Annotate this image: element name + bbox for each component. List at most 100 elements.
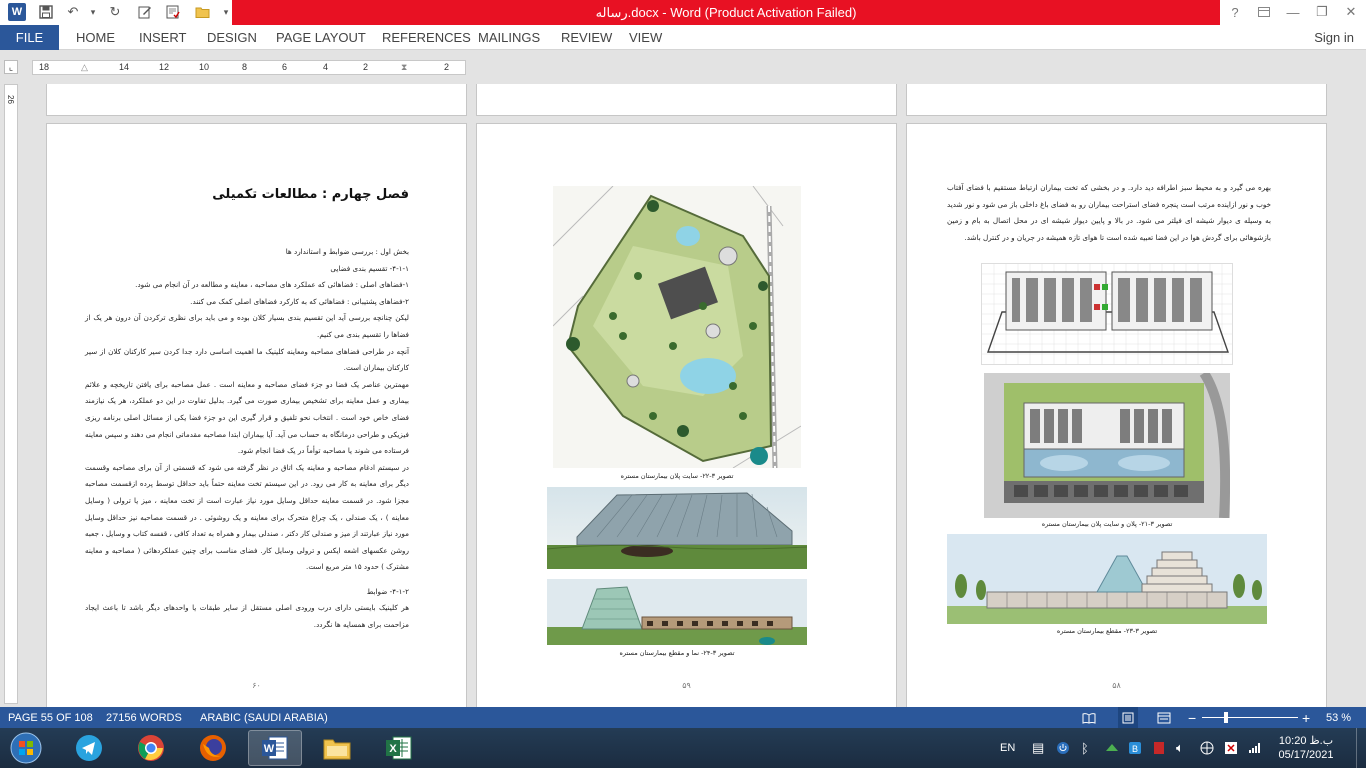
network-icon[interactable]: [1200, 728, 1214, 768]
tab-review[interactable]: REVIEW: [561, 25, 612, 50]
save-icon[interactable]: [37, 3, 55, 21]
zoom-slider-thumb[interactable]: [1224, 712, 1228, 723]
window-title: رساله.docx - Word (Product Activation Fa…: [232, 0, 1220, 25]
clock[interactable]: 10:20 ب.ظ 05/17/2021: [1276, 728, 1336, 768]
undo-icon[interactable]: ↶: [64, 3, 82, 21]
paragraph: هر کلینیک بایستی دارای درب ورودی اصلی مس…: [85, 603, 409, 630]
site-plan-image[interactable]: [553, 186, 801, 468]
tab-mailings[interactable]: MAILINGS: [478, 25, 540, 50]
vertical-ruler-tick: 26: [6, 95, 15, 104]
figure-caption: تصویر ۳-۲۲- سایت پلان بیمارستان مستره: [620, 472, 734, 480]
tab-page-layout[interactable]: PAGE LAYOUT: [276, 25, 366, 50]
ruler-area: ⌞ 18 △ 14 12 10 8 6 4 2 ⧗ 2: [0, 51, 1366, 84]
paragraph: لیکن چنانچه بررسی آید این تقسیم بندی بسی…: [85, 313, 409, 339]
sign-in-link[interactable]: Sign in: [1314, 25, 1354, 50]
ruler-right-indent-marker[interactable]: ⧗: [401, 62, 407, 73]
svg-text:B: B: [1132, 744, 1138, 754]
app-tray-icon[interactable]: B: [1128, 728, 1142, 768]
print-layout-icon[interactable]: [1118, 707, 1138, 728]
undo-dropdown-icon[interactable]: ▾: [84, 3, 102, 21]
bluetooth-icon[interactable]: ᛒ: [1081, 728, 1089, 768]
restore-button[interactable]: ❐: [1311, 3, 1333, 21]
page-number: ۵۹: [682, 681, 691, 690]
firefox-taskbar-icon[interactable]: [186, 730, 240, 766]
file-explorer-taskbar-icon[interactable]: [310, 730, 364, 766]
network-app-icon[interactable]: [1104, 728, 1120, 768]
zoom-in-button[interactable]: +: [1302, 707, 1310, 728]
action-center-icon[interactable]: [1224, 728, 1238, 768]
hospital-section-image[interactable]: [547, 579, 807, 645]
web-layout-icon[interactable]: [1157, 707, 1171, 728]
zoom-level[interactable]: 53 %: [1326, 707, 1351, 728]
windows-taskbar: W X EN ▤ ᛒ B 🔈︎ 10:20 ب.ظ 05/17/2021: [0, 728, 1366, 768]
chrome-taskbar-icon[interactable]: [124, 730, 178, 766]
signal-icon[interactable]: [1248, 728, 1262, 768]
input-language[interactable]: EN: [1000, 728, 1015, 768]
title-bar: W ↶ ▾ ↻ ▾ رساله.docx - Word (Product Act…: [0, 0, 1366, 25]
ribbon-display-options-icon[interactable]: [1253, 3, 1275, 21]
word-taskbar-icon[interactable]: W: [248, 730, 302, 766]
paragraph: بهره می گیرد و به محیط سبز اطرافه دید دا…: [947, 183, 1271, 242]
ruler-tick: 14: [119, 62, 130, 72]
word-count-status[interactable]: 27156 WORDS: [106, 707, 182, 728]
tab-insert[interactable]: INSERT: [139, 25, 186, 50]
tab-design[interactable]: DESIGN: [207, 25, 257, 50]
page-middle[interactable]: تصویر ۳-۲۲- سایت پلان بیمارستان مستره تص…: [476, 123, 897, 713]
paragraph: در سیستم ادغام مصاحبه و معاینه یک اتاق د…: [85, 462, 409, 572]
vertical-ruler[interactable]: 26: [4, 84, 18, 704]
svg-text:W: W: [264, 743, 275, 755]
zoom-out-button[interactable]: −: [1188, 707, 1196, 728]
horizontal-ruler[interactable]: 18 △ 14 12 10 8 6 4 2 ⧗ 2: [32, 60, 466, 75]
telegram-taskbar-icon[interactable]: [62, 730, 116, 766]
edit-icon[interactable]: [136, 3, 154, 21]
ruler-tick: 8: [242, 62, 248, 72]
open-folder-icon[interactable]: [194, 3, 212, 21]
language-status[interactable]: ARABIC (SAUDI ARABIA): [200, 707, 328, 728]
ruler-tick: 2: [363, 62, 369, 72]
redo-icon[interactable]: ↻: [106, 3, 124, 21]
excel-taskbar-icon[interactable]: X: [372, 730, 426, 766]
tab-view[interactable]: VIEW: [629, 25, 662, 50]
paragraph: آنچه در طراحی فضاهای مصاحبه ومعاینه کلین…: [85, 346, 409, 373]
clock-date: 05/17/2021: [1278, 749, 1334, 761]
tab-selector[interactable]: ⌞: [4, 60, 18, 74]
ruler-tick: 10: [199, 62, 210, 72]
keyboard-icon[interactable]: ▤: [1032, 728, 1044, 768]
minimize-button[interactable]: —: [1282, 3, 1304, 21]
tab-home[interactable]: HOME: [76, 25, 115, 50]
hospital-elevation-image[interactable]: [547, 487, 807, 569]
paragraph: ۴-۱-۲- ضوابط: [366, 586, 409, 596]
page-number: ۶۰: [252, 681, 261, 690]
power-icon[interactable]: [1056, 728, 1070, 768]
clock-time: 10:20 ب.ظ: [1278, 735, 1334, 747]
ruler-tick: 18: [39, 62, 50, 72]
hospital-section-render-image[interactable]: [947, 534, 1267, 624]
paragraph: مهمترین عناصر یک فضا دو جزء فضای مصاحبه …: [85, 379, 409, 456]
figure-caption: تصویر ۳-۲۳- مقطع بیمارستان مستره: [1056, 627, 1158, 635]
site-plan-colored-image[interactable]: [984, 373, 1230, 518]
show-desktop-button[interactable]: [1356, 728, 1366, 768]
page-previous-left: [46, 84, 467, 116]
help-button[interactable]: ?: [1224, 3, 1246, 21]
page-previous-middle: [476, 84, 897, 116]
paragraph: ۴-۱-۱- تقسیم بندی فضایی: [330, 263, 409, 273]
page-count-status[interactable]: PAGE 55 OF 108: [8, 707, 93, 728]
ribbon-tabs: FILE HOME INSERT DESIGN PAGE LAYOUT REFE…: [0, 25, 1366, 50]
spelling-icon[interactable]: [164, 3, 182, 21]
volume-icon[interactable]: 🔈︎: [1176, 728, 1184, 768]
figure-caption: تصویر ۳-۲۱- پلان و سایت پلان بیمارستان م…: [1041, 520, 1173, 528]
word-app-icon[interactable]: W: [8, 3, 26, 21]
status-bar: PAGE 55 OF 108 27156 WORDS ARABIC (SAUDI…: [0, 707, 1366, 728]
page-right[interactable]: بهره می گیرد و به محیط سبز اطرافه دید دا…: [906, 123, 1327, 713]
tab-file[interactable]: FILE: [0, 25, 59, 50]
read-mode-icon[interactable]: [1082, 707, 1096, 728]
start-button[interactable]: [2, 730, 50, 766]
close-button[interactable]: ✕: [1340, 3, 1362, 21]
ruler-tick: 2: [444, 62, 450, 72]
page-left[interactable]: فصل چهارم : مطالعات تکمیلی بخش اول : برر…: [46, 123, 467, 713]
floor-plan-image[interactable]: [981, 263, 1233, 365]
security-icon[interactable]: [1152, 728, 1166, 768]
zoom-slider[interactable]: [1202, 707, 1298, 728]
tab-references[interactable]: REFERENCES: [382, 25, 471, 50]
ruler-indent-marker[interactable]: △: [81, 62, 88, 73]
